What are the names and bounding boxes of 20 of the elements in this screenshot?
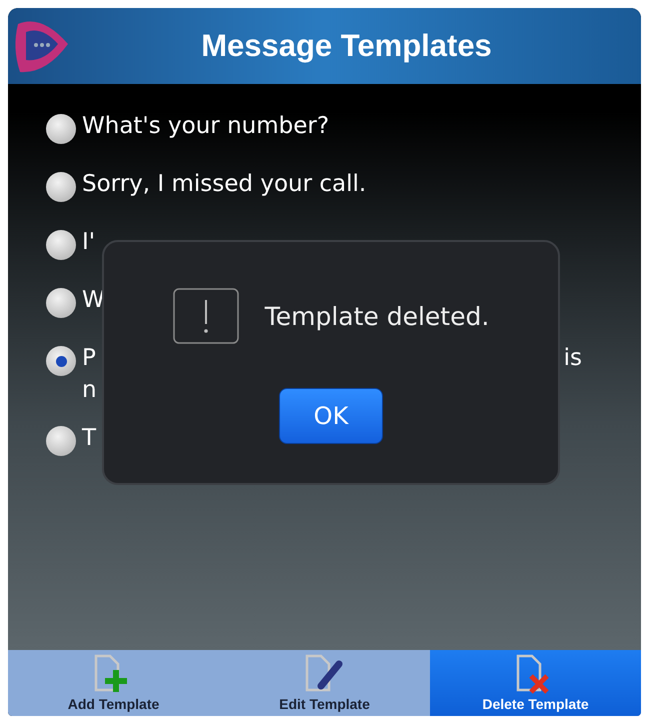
radio-button[interactable] — [46, 230, 76, 260]
radio-button[interactable] — [46, 288, 76, 318]
template-text: Sorry, I missed your call. — [82, 170, 366, 199]
toolbar-tab[interactable]: Delete Template — [430, 650, 641, 716]
radio-button[interactable] — [46, 172, 76, 202]
template-text: I' — [82, 228, 96, 257]
radio-button[interactable] — [46, 114, 76, 144]
radio-button[interactable] — [46, 346, 76, 376]
toolbar-tab[interactable]: Add Template — [8, 650, 219, 716]
toolbar-tab[interactable]: Edit Template — [219, 650, 430, 716]
exclamation-icon — [172, 288, 239, 344]
window-title: Message Templates — [200, 28, 493, 64]
dialog-message: Template deleted. — [264, 302, 490, 330]
radio-button[interactable] — [46, 426, 76, 456]
ok-button[interactable]: OK — [279, 388, 383, 444]
template-text: is — [564, 344, 582, 373]
template-text: n — [82, 376, 97, 405]
template-text: P — [82, 344, 96, 373]
template-text: What's your number? — [82, 112, 330, 141]
template-text: T — [82, 424, 96, 453]
